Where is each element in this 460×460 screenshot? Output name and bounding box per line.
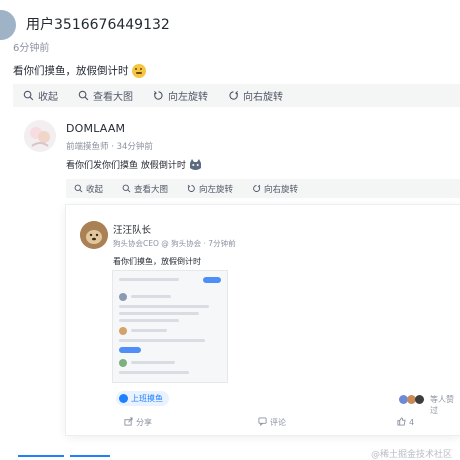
avatar[interactable] bbox=[24, 120, 56, 152]
collapse-label: 收起 bbox=[38, 92, 58, 103]
search-icon bbox=[74, 184, 83, 193]
share-button[interactable]: 分享 bbox=[124, 417, 152, 428]
quoted-meta: 狗头协会CEO @ 狗头协会 · 7分钟前 bbox=[113, 239, 236, 248]
topic-icon bbox=[119, 394, 128, 403]
post-content-text: 看你们摸鱼，放假倒计时 bbox=[13, 65, 129, 77]
rotate-left-icon bbox=[153, 90, 164, 101]
share-label: 分享 bbox=[136, 418, 152, 427]
rotate-right-icon bbox=[228, 90, 239, 101]
search-icon bbox=[23, 90, 34, 101]
comment-icon bbox=[258, 417, 267, 428]
quoted-content: 看你们摸鱼，放假倒计时 bbox=[113, 257, 201, 266]
view-large-label: 查看大图 bbox=[134, 184, 169, 195]
reply-content-text: 看你们发你们摸鱼 放假倒计时 bbox=[66, 161, 186, 171]
rotate-left-label: 向左旋转 bbox=[199, 184, 234, 195]
reply-content: 看你们发你们摸鱼 放假倒计时 bbox=[66, 158, 202, 171]
comment-label: 评论 bbox=[270, 418, 286, 427]
rotate-right-icon bbox=[252, 184, 261, 193]
share-icon bbox=[124, 417, 133, 428]
avatar[interactable] bbox=[415, 395, 424, 404]
emoji-icon bbox=[189, 158, 202, 171]
collapse-button[interactable]: 收起 bbox=[74, 183, 103, 195]
embedded-screenshot-image[interactable] bbox=[112, 270, 228, 383]
rotate-left-label: 向左旋转 bbox=[168, 92, 208, 103]
search-icon bbox=[122, 184, 131, 193]
view-large-button[interactable]: 查看大图 bbox=[78, 88, 133, 103]
view-large-button[interactable]: 查看大图 bbox=[122, 183, 168, 195]
view-large-label: 查看大图 bbox=[93, 92, 133, 103]
image-toolbar: 收起 查看大图 向左旋转 向右旋转 bbox=[66, 179, 460, 198]
reply-meta: 前端摸鱼师 · 34分钟前 bbox=[66, 142, 153, 152]
likers-text: 等人赞过 bbox=[430, 395, 454, 415]
like-count: 4 bbox=[409, 418, 415, 427]
quoted-username[interactable]: 汪汪队长 bbox=[113, 222, 151, 236]
rotate-left-button[interactable]: 向左旋转 bbox=[187, 183, 233, 195]
comment-button[interactable]: 评论 bbox=[258, 417, 286, 428]
image-toolbar: 收起 查看大图 向左旋转 向右旋转 bbox=[13, 84, 460, 107]
search-icon bbox=[78, 90, 89, 101]
collapse-label: 收起 bbox=[86, 184, 104, 195]
rotate-right-label: 向右旋转 bbox=[264, 184, 299, 195]
rotate-left-icon bbox=[187, 184, 196, 193]
reply-username[interactable]: DOMLAAM bbox=[66, 122, 125, 135]
rotate-right-button[interactable]: 向右旋转 bbox=[228, 88, 283, 103]
avatar[interactable] bbox=[0, 10, 16, 40]
post-content: 看你们摸鱼，放假倒计时 bbox=[13, 63, 146, 78]
like-icon bbox=[397, 417, 406, 428]
avatar[interactable] bbox=[80, 221, 108, 249]
post-time: 6分钟前 bbox=[13, 43, 50, 54]
rotate-right-label: 向右旋转 bbox=[243, 92, 283, 103]
topic-tag-label: 上班摸鱼 bbox=[131, 394, 163, 403]
collapse-button[interactable]: 收起 bbox=[23, 88, 58, 103]
accent-underline bbox=[18, 455, 64, 457]
topic-tag[interactable]: 上班摸鱼 bbox=[116, 391, 169, 406]
emoji-icon bbox=[131, 63, 146, 78]
username[interactable]: 用户3516676449132 bbox=[26, 14, 170, 34]
like-button[interactable]: 4 bbox=[397, 417, 414, 428]
rotate-left-button[interactable]: 向左旋转 bbox=[153, 88, 208, 103]
accent-underline bbox=[70, 455, 110, 457]
watermark: @稀土掘金技术社区 bbox=[371, 450, 453, 460]
rotate-right-button[interactable]: 向右旋转 bbox=[252, 183, 298, 195]
